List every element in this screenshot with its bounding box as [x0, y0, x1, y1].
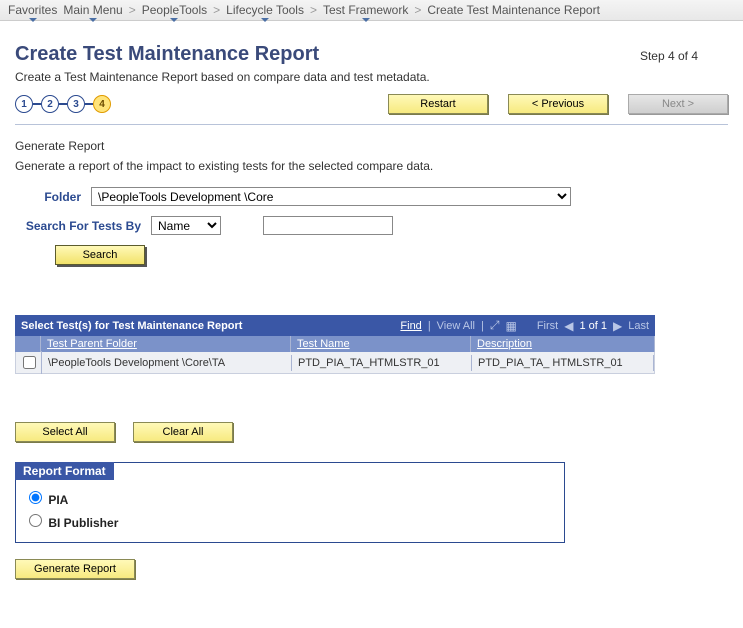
grid-title: Select Test(s) for Test Maintenance Repo…: [21, 320, 242, 332]
breadcrumb-separator: >: [213, 3, 220, 17]
wizard-steps: 1 2 3 4: [15, 95, 111, 113]
table-row: \PeopleTools Development \Core\TA PTD_PI…: [15, 352, 655, 374]
breadcrumb: Favorites Main Menu > PeopleTools > Life…: [0, 0, 743, 21]
breadcrumb-separator: >: [310, 3, 317, 17]
search-by-select[interactable]: Name: [151, 216, 221, 235]
grid-download-icon[interactable]: ▦: [505, 319, 516, 333]
breadcrumb-peopletools[interactable]: PeopleTools: [142, 3, 207, 17]
page-subtitle: Create a Test Maintenance Report based o…: [15, 70, 728, 84]
radio-bi-publisher-label: BI Publisher: [48, 516, 118, 530]
breadcrumb-separator: >: [414, 3, 421, 17]
folder-label: Folder: [15, 190, 85, 204]
col-description[interactable]: Description: [471, 336, 655, 352]
breadcrumb-test-framework[interactable]: Test Framework: [323, 3, 408, 17]
breadcrumb-favorites[interactable]: Favorites: [8, 3, 57, 17]
wizard-step-4: 4: [93, 95, 111, 113]
grid-range: 1 of 1: [579, 320, 607, 332]
previous-button[interactable]: < Previous: [508, 94, 608, 114]
restart-button[interactable]: Restart: [388, 94, 488, 114]
breadcrumb-lifecycle-tools[interactable]: Lifecycle Tools: [226, 3, 304, 17]
select-all-button[interactable]: Select All: [15, 422, 115, 442]
breadcrumb-main-menu[interactable]: Main Menu: [63, 3, 122, 17]
section-title: Generate Report: [15, 139, 728, 153]
col-test-parent-folder[interactable]: Test Parent Folder: [41, 336, 291, 352]
radio-pia-label: PIA: [48, 493, 68, 507]
next-button: Next >: [628, 94, 728, 114]
grid-next-icon[interactable]: ▶: [613, 319, 622, 333]
wizard-step-2[interactable]: 2: [41, 95, 59, 113]
generate-report-button[interactable]: Generate Report: [15, 559, 135, 579]
search-button[interactable]: Search: [55, 245, 145, 265]
clear-all-button[interactable]: Clear All: [133, 422, 233, 442]
row-checkbox[interactable]: [23, 356, 36, 369]
radio-pia[interactable]: [29, 491, 42, 504]
cell-description: PTD_PIA_TA_ HTMLSTR_01: [472, 355, 654, 371]
col-test-name[interactable]: Test Name: [291, 336, 471, 352]
wizard-step-1[interactable]: 1: [15, 95, 33, 113]
divider: [15, 124, 728, 125]
search-text-input[interactable]: [263, 216, 393, 235]
report-format-box: Report Format PIA BI Publisher: [15, 462, 565, 543]
step-indicator: Step 4 of 4: [640, 49, 698, 63]
results-grid: Select Test(s) for Test Maintenance Repo…: [15, 315, 655, 374]
section-description: Generate a report of the impact to exist…: [15, 159, 728, 173]
search-by-label: Search For Tests By: [15, 219, 145, 233]
page-title: Create Test Maintenance Report: [15, 43, 319, 66]
grid-first-link[interactable]: First: [537, 320, 558, 332]
grid-zoom-icon[interactable]: ⤢: [490, 318, 500, 333]
wizard-step-3[interactable]: 3: [67, 95, 85, 113]
cell-test-name: PTD_PIA_TA_HTMLSTR_01: [292, 355, 472, 371]
grid-viewall-link[interactable]: View All: [437, 320, 475, 332]
radio-bi-publisher[interactable]: [29, 514, 42, 527]
grid-last-link[interactable]: Last: [628, 320, 649, 332]
breadcrumb-separator: >: [129, 3, 136, 17]
grid-prev-icon[interactable]: ◀: [564, 319, 573, 333]
report-format-title: Report Format: [15, 462, 114, 480]
breadcrumb-current: Create Test Maintenance Report: [427, 3, 600, 17]
grid-find-link[interactable]: Find: [400, 320, 421, 332]
cell-parent-folder: \PeopleTools Development \Core\TA: [42, 355, 292, 371]
folder-select[interactable]: \PeopleTools Development \Core: [91, 187, 571, 206]
